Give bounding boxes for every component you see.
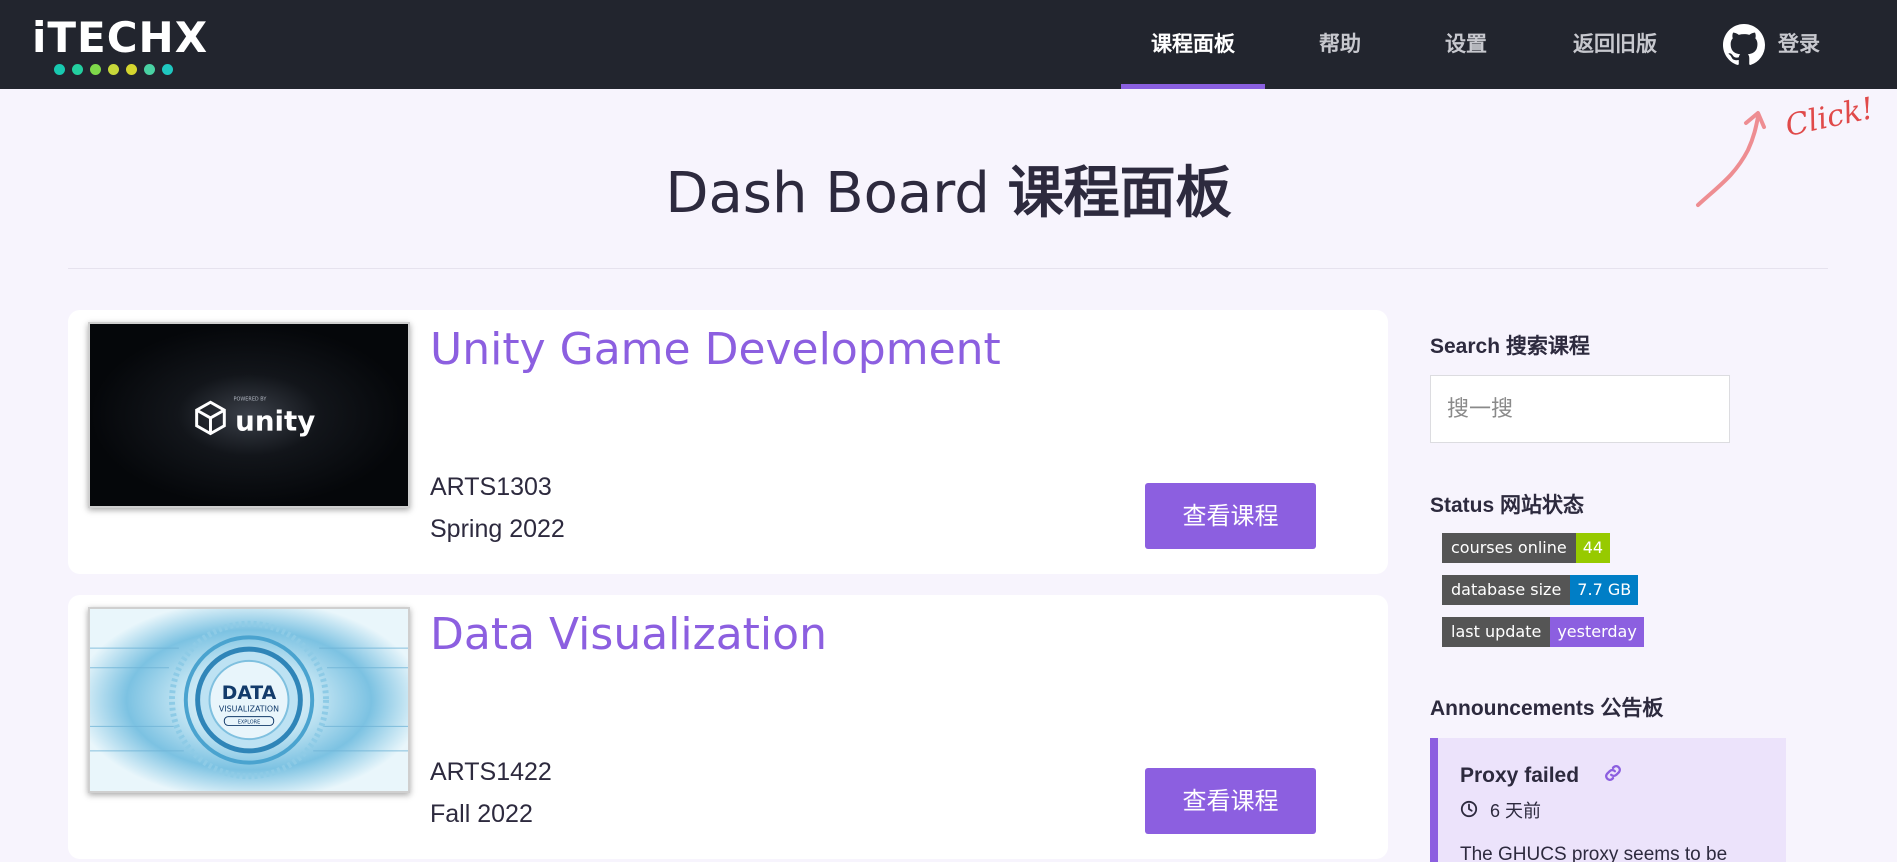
nav-item-label: 返回旧版 xyxy=(1573,32,1657,56)
page-title-en: Dash Board xyxy=(665,161,990,226)
logo-dot xyxy=(162,64,173,75)
thumb-caption: POWERED BY xyxy=(234,396,267,402)
nav-item-settings[interactable]: 设置 xyxy=(1426,0,1506,89)
logo-dots xyxy=(54,64,173,75)
status-badge-database-size: database size 7.7 GB xyxy=(1442,575,1639,605)
nav-item-help[interactable]: 帮助 xyxy=(1300,0,1380,89)
badge-key: courses online xyxy=(1442,533,1576,563)
nav-item-label: 设置 xyxy=(1445,32,1487,56)
view-course-button[interactable]: 查看课程 xyxy=(1145,768,1316,834)
clock-icon xyxy=(1460,800,1478,818)
badge-key: last update xyxy=(1442,617,1551,647)
course-term: Fall 2022 xyxy=(430,800,533,828)
status-heading: Status 网站状态 xyxy=(1430,494,1585,517)
nav-item-dashboard[interactable]: 课程面板 xyxy=(1121,0,1265,89)
logo-dot xyxy=(90,64,101,75)
page-title: Dash Board 课程面板 xyxy=(0,148,1897,229)
announcements-heading: Announcements 公告板 xyxy=(1430,697,1664,720)
badge-value: 44 xyxy=(1575,533,1611,563)
annotation-click-text: Click! xyxy=(1782,91,1877,144)
nav-item-label: 帮助 xyxy=(1319,32,1361,56)
nav-item-label: 课程面板 xyxy=(1151,32,1235,56)
active-tab-indicator xyxy=(1121,84,1265,89)
announcement-card: Proxy failed 6 天前 The GHUCS proxy seems … xyxy=(1430,738,1786,862)
announcement-body: The GHUCS proxy seems to be xyxy=(1460,844,1728,862)
login-link[interactable]: 登录 xyxy=(1778,0,1820,88)
thumb-label: unity xyxy=(235,406,315,438)
search-heading: Search 搜索课程 xyxy=(1430,335,1590,358)
course-code: ARTS1422 xyxy=(430,758,552,786)
top-navbar: iTECHX 课程面板 帮助 设置 返回旧版 登录 xyxy=(0,0,1897,89)
site-logo[interactable]: iTECHX xyxy=(32,14,207,78)
logo-dot xyxy=(108,64,119,75)
course-card: DATA VISUALIZATION EXPLORE Data Visualiz… xyxy=(68,595,1388,859)
course-code: ARTS1303 xyxy=(430,473,552,501)
view-course-button[interactable]: 查看课程 xyxy=(1145,483,1316,549)
thumb-caption: VISUALIZATION xyxy=(219,705,279,714)
course-title[interactable]: Unity Game Development xyxy=(430,324,1001,375)
logo-dot xyxy=(126,64,137,75)
course-card: POWERED BY unity Unity Game Development … xyxy=(68,310,1388,574)
badge-key: database size xyxy=(1442,575,1571,605)
page-title-zh: 课程面板 xyxy=(1007,161,1232,226)
search-input[interactable] xyxy=(1430,375,1730,443)
nav-item-old-version[interactable]: 返回旧版 xyxy=(1560,0,1670,89)
logo-dot xyxy=(54,64,65,75)
course-title[interactable]: Data Visualization xyxy=(430,609,827,660)
status-badge-last-update: last update yesterday xyxy=(1442,617,1644,647)
github-icon[interactable] xyxy=(1723,24,1765,66)
badge-value: 7.7 GB xyxy=(1570,575,1639,605)
logo-text: iTECHX xyxy=(32,13,209,62)
thumb-pill: EXPLORE xyxy=(238,720,260,726)
status-badge-courses-online: courses online 44 xyxy=(1442,533,1611,563)
link-icon[interactable] xyxy=(1602,762,1624,784)
announcement-title: Proxy failed xyxy=(1460,764,1580,787)
logo-dot xyxy=(72,64,83,75)
badge-value: yesterday xyxy=(1550,617,1644,647)
course-term: Spring 2022 xyxy=(430,515,565,543)
logo-dot xyxy=(144,64,155,75)
course-thumbnail-unity[interactable]: POWERED BY unity xyxy=(88,322,410,508)
thumb-label: DATA xyxy=(222,683,277,704)
divider xyxy=(68,268,1828,269)
course-thumbnail-data-visualization[interactable]: DATA VISUALIZATION EXPLORE xyxy=(88,607,410,793)
announcement-time: 6 天前 xyxy=(1490,801,1542,821)
